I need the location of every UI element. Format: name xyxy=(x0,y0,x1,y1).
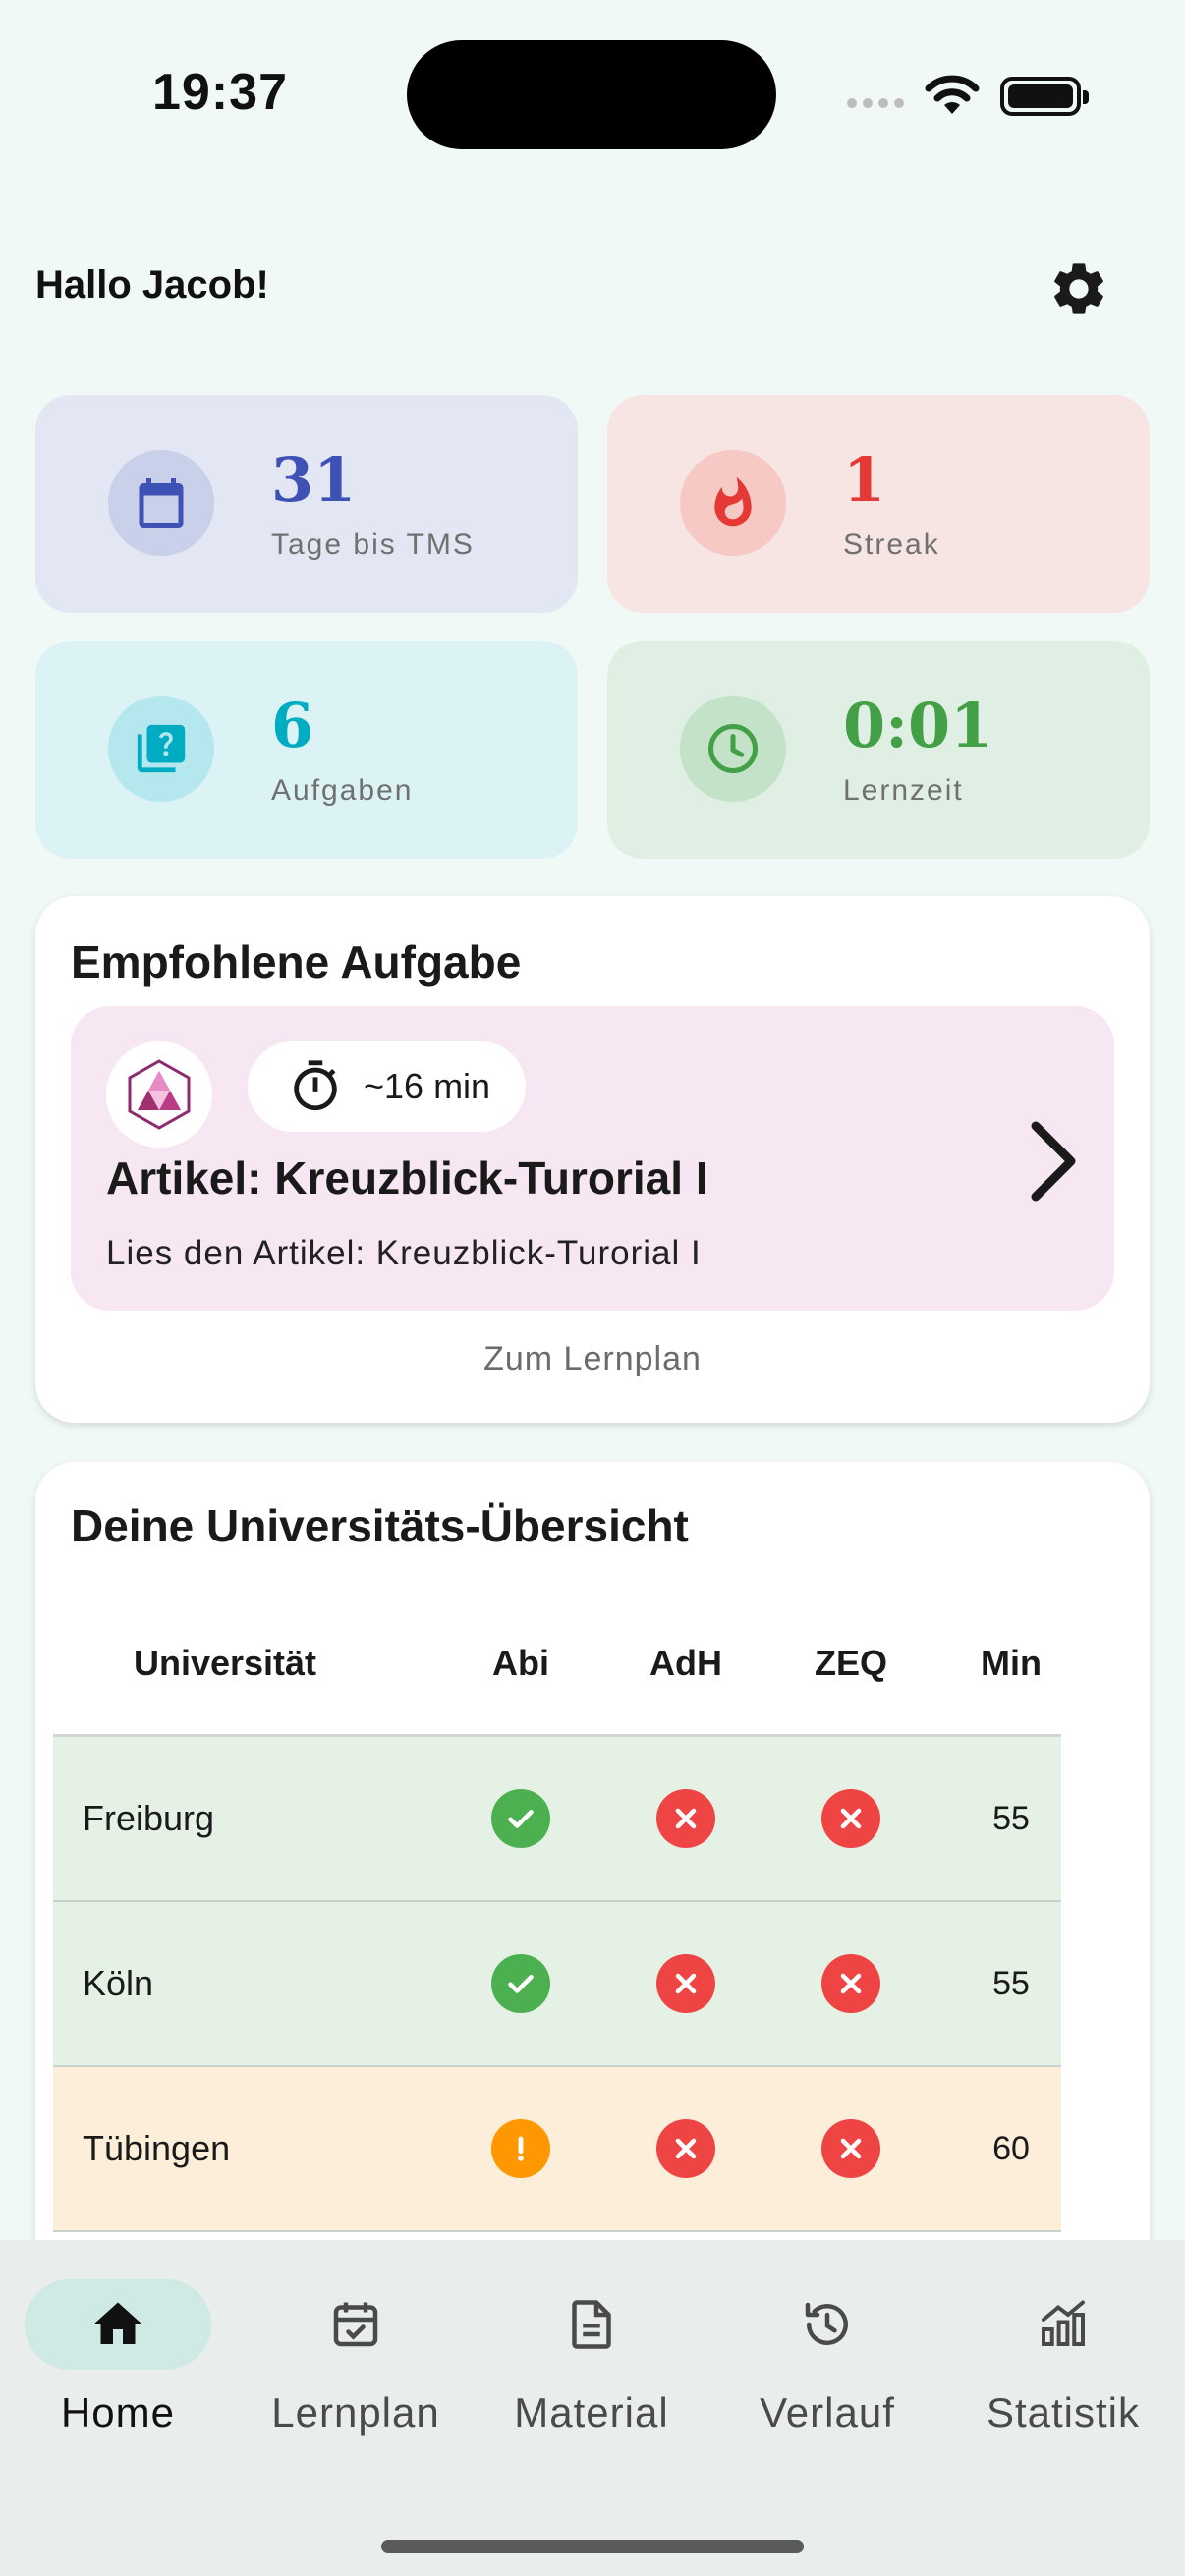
nav-home[interactable]: Home xyxy=(20,2279,216,2456)
home-icon xyxy=(93,2302,142,2344)
calendar-check-icon xyxy=(333,2302,378,2347)
abi-status xyxy=(462,1902,580,2065)
cross-icon xyxy=(821,1954,880,2013)
recommended-task[interactable]: ~16 min Artikel: Kreuzblick-Turorial I L… xyxy=(71,1006,1114,1311)
battery-icon xyxy=(1000,77,1089,116)
stat-label: Streak xyxy=(843,529,940,561)
nav-material[interactable]: Material xyxy=(493,2279,690,2456)
adh-status xyxy=(627,2067,745,2230)
task-title: Artikel: Kreuzblick-Turorial I xyxy=(106,1152,708,1204)
chart-icon xyxy=(1042,2300,1085,2346)
university-name: Tübingen xyxy=(83,2128,231,2168)
cross-icon xyxy=(656,1954,715,2013)
document-icon xyxy=(572,2300,611,2349)
stat-card-streak[interactable]: 1 Streak xyxy=(607,395,1150,613)
check-icon xyxy=(491,1954,550,2013)
cross-icon xyxy=(656,1789,715,1848)
app-logo-icon xyxy=(106,1041,212,1148)
to-study-plan-link[interactable]: Zum Lernplan xyxy=(35,1340,1150,1378)
stat-label: Tage bis TMS xyxy=(271,529,475,561)
university-table: Universität Abi AdH ZEQ Min Freiburg 55 Kö… xyxy=(53,1592,1061,2232)
check-icon xyxy=(491,1789,550,1848)
task-duration-text: ~16 min xyxy=(364,1066,491,1106)
column-header: Abi xyxy=(492,1642,549,1683)
quiz-icon xyxy=(108,696,214,802)
adh-status xyxy=(627,1902,745,2065)
table-row[interactable]: Köln 55 xyxy=(53,1902,1061,2067)
stat-card-study-time[interactable]: 0:01 Lernzeit xyxy=(607,641,1150,859)
column-header: ZEQ xyxy=(814,1642,887,1683)
stat-label: Aufgaben xyxy=(271,774,414,807)
cellular-signal-icon xyxy=(847,98,904,108)
table-header: Universität Abi AdH ZEQ Min xyxy=(53,1592,1061,1737)
warning-icon xyxy=(491,2119,550,2178)
status-bar: 19:37 xyxy=(0,0,1185,187)
greeting: Hallo Jacob! xyxy=(35,263,269,307)
stat-value: 1 xyxy=(843,444,886,516)
task-duration: ~16 min xyxy=(248,1041,527,1132)
nav-label: Lernplan xyxy=(271,2389,440,2436)
adh-status xyxy=(627,1737,745,1900)
nav-label: Material xyxy=(514,2389,669,2436)
zeq-status xyxy=(792,1737,910,1900)
status-time: 19:37 xyxy=(152,64,288,121)
cross-icon xyxy=(821,1789,880,1848)
column-header: AdH xyxy=(649,1642,722,1683)
gear-icon[interactable] xyxy=(1047,257,1110,320)
section-title: Empfohlene Aufgabe xyxy=(71,936,522,987)
nav-verlauf[interactable]: Verlauf xyxy=(729,2279,926,2456)
bottom-navigation: Home Lernplan Material Verlauf Statistik xyxy=(0,2240,1185,2576)
calendar-icon xyxy=(108,450,214,556)
min-score: 60 xyxy=(992,2129,1030,2167)
stat-value: 31 xyxy=(271,444,357,516)
table-row[interactable]: Freiburg 55 xyxy=(53,1737,1061,1902)
abi-status xyxy=(462,2067,580,2230)
nav-statistik[interactable]: Statistik xyxy=(965,2279,1161,2456)
university-name: Köln xyxy=(83,1963,154,2003)
cross-icon xyxy=(656,2119,715,2178)
zeq-status xyxy=(792,1902,910,2065)
flame-icon xyxy=(680,450,786,556)
abi-status xyxy=(462,1737,580,1900)
clock-icon xyxy=(680,696,786,802)
stat-value: 6 xyxy=(271,690,314,761)
cross-icon xyxy=(821,2119,880,2178)
dynamic-island xyxy=(407,40,776,149)
zeq-status xyxy=(792,2067,910,2230)
section-title: Deine Universitäts-Übersicht xyxy=(71,1500,689,1551)
history-icon xyxy=(805,2302,848,2345)
table-row[interactable]: Tübingen 60 xyxy=(53,2067,1061,2232)
stat-card-days[interactable]: 31 Tage bis TMS xyxy=(35,395,578,613)
min-score: 55 xyxy=(992,1964,1030,2002)
column-header: Min xyxy=(981,1642,1042,1683)
university-name: Freiburg xyxy=(83,1798,215,1838)
stat-card-tasks[interactable]: 6 Aufgaben xyxy=(35,641,578,859)
stat-label: Lernzeit xyxy=(843,774,964,807)
recommended-task-card: Empfohlene Aufgabe ~16 min Artikel: Kreu… xyxy=(35,896,1150,1423)
chevron-right-icon[interactable] xyxy=(1014,1112,1093,1210)
task-description: Lies den Artikel: Kreuzblick-Turorial I xyxy=(106,1234,702,1272)
nav-label: Verlauf xyxy=(760,2389,895,2436)
home-indicator xyxy=(381,2540,804,2553)
stat-value: 0:01 xyxy=(843,690,993,761)
nav-lernplan[interactable]: Lernplan xyxy=(257,2279,454,2456)
column-header: Universität xyxy=(133,1642,317,1683)
nav-label: Statistik xyxy=(986,2389,1141,2436)
timer-icon xyxy=(294,1060,337,1111)
min-score: 55 xyxy=(992,1799,1030,1837)
wifi-icon xyxy=(925,75,980,114)
nav-label: Home xyxy=(60,2389,176,2436)
